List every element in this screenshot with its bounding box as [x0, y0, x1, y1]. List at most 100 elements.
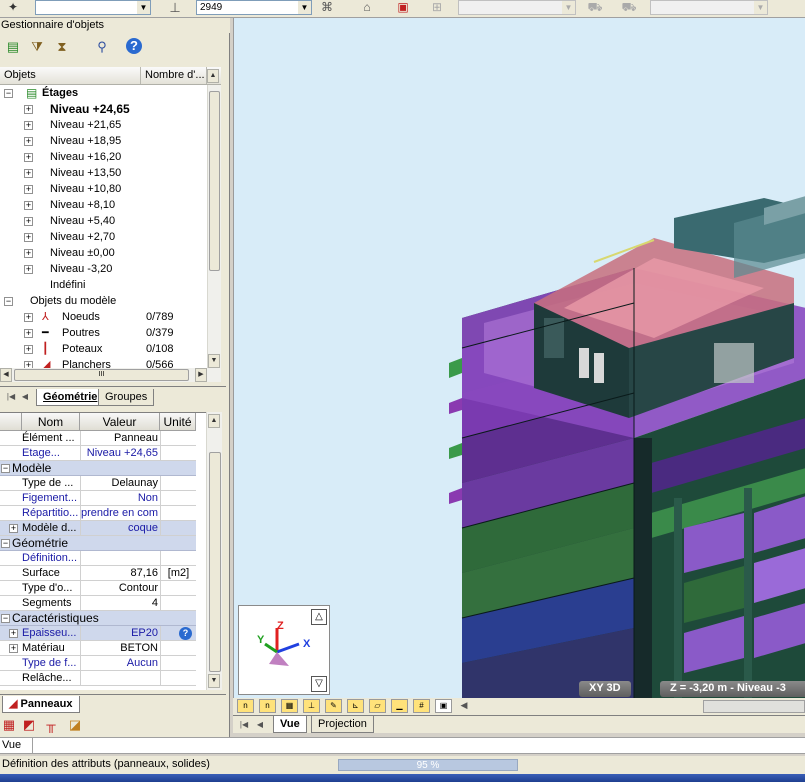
slab-type-icon[interactable]: ◪ [66, 716, 84, 734]
tree-item-etages[interactable]: − ▤ Étages [0, 85, 207, 101]
expand-icon[interactable]: + [9, 644, 18, 653]
tree-vscroll[interactable]: ▼ [207, 85, 221, 368]
property-row[interactable]: Type de f... Aucun [0, 656, 196, 671]
axis-navigator[interactable]: Z Y X △ ▽ [238, 605, 330, 695]
tab-groupes[interactable]: Groupes [98, 389, 155, 406]
tree-item-model[interactable]: + ┃ Poteaux 0/108 [0, 341, 207, 357]
expand-icon[interactable]: + [24, 265, 33, 274]
property-row[interactable]: Élément ... Panneau [0, 431, 196, 446]
tab-geometrie[interactable]: Géométrie [36, 389, 105, 406]
scroll-up-icon[interactable]: ▲ [207, 69, 219, 83]
snap-edit-icon[interactable]: ✎ [325, 699, 342, 713]
column-type-icon[interactable]: ╥ [42, 716, 60, 734]
property-row[interactable]: Figement... Non [0, 491, 196, 506]
property-value[interactable] [80, 671, 159, 685]
column-count[interactable]: Nombre d'... [141, 67, 207, 84]
expand-icon[interactable]: + [24, 153, 33, 162]
tree-item-level[interactable]: + Niveau +16,20 [0, 149, 207, 165]
scroll-right-icon[interactable]: ▶ [195, 368, 207, 382]
scroll-thumb[interactable] [209, 91, 220, 271]
filter-icon[interactable]: ⧩ [28, 38, 46, 56]
header-value[interactable]: Valeur [80, 413, 160, 431]
snap-level-icon[interactable]: ⊥ [303, 699, 320, 713]
scroll-left-icon[interactable]: ◀ [0, 368, 12, 382]
collapse-icon[interactable]: − [1, 614, 10, 623]
expand-icon[interactable]: + [24, 137, 33, 146]
rotate-up-button[interactable]: △ [311, 609, 327, 625]
tree-item-level[interactable]: + Niveau +21,65 [0, 117, 207, 133]
property-category[interactable]: − Géométrie [0, 536, 196, 551]
collapse-icon[interactable]: − [1, 464, 10, 473]
tree-item-level[interactable]: + Niveau +5,40 [0, 213, 207, 229]
expand-icon[interactable]: + [9, 629, 18, 638]
chevron-down-icon[interactable]: ▼ [137, 1, 150, 14]
property-row[interactable]: Surface 87,16 [m2] [0, 566, 196, 581]
property-row[interactable]: + Epaisseu... EP20? [0, 626, 196, 641]
tab-projection[interactable]: Projection [311, 716, 374, 733]
property-row[interactable]: Définition... [0, 551, 196, 566]
expand-icon[interactable]: + [24, 105, 33, 114]
property-row[interactable]: + Modèle d... coque [0, 521, 196, 536]
tab-prev-icon[interactable]: ◀ [251, 717, 269, 733]
scroll-down-icon[interactable]: ▼ [208, 674, 220, 688]
view-hscroll[interactable] [703, 700, 805, 713]
snap-plane-icon[interactable]: ▱ [369, 699, 386, 713]
property-value[interactable]: Non [80, 491, 159, 505]
property-row[interactable]: Etage... Niveau +24,65 [0, 446, 196, 461]
expand-icon[interactable]: + [24, 361, 33, 368]
property-value[interactable]: Panneau [80, 431, 159, 445]
scroll-down-icon[interactable]: ▼ [208, 354, 220, 368]
tree-item-model[interactable]: + ━ Poutres 0/379 [0, 325, 207, 341]
scroll-thumb[interactable] [209, 452, 221, 672]
tree-item-level[interactable]: + Niveau +8,10 [0, 197, 207, 213]
property-row[interactable]: Type d'o... Contour [0, 581, 196, 596]
expand-icon[interactable]: + [24, 233, 33, 242]
expand-icon[interactable]: + [24, 201, 33, 210]
property-row[interactable]: Répartitio... prendre en com [0, 506, 196, 521]
scroll-left-icon[interactable]: ◀ [455, 698, 473, 714]
property-value[interactable] [80, 551, 159, 565]
collapse-icon[interactable]: − [4, 89, 13, 98]
property-value[interactable]: coque [80, 521, 159, 535]
tab-vue[interactable]: Vue [273, 716, 307, 733]
property-row[interactable]: Type de ... Delaunay [0, 476, 196, 491]
snap-window-icon[interactable]: ▣ [435, 699, 452, 713]
property-value[interactable]: 87,16 [80, 566, 159, 580]
property-value[interactable]: prendre en com [80, 506, 159, 520]
tree-item-level[interactable]: + Niveau +18,95 [0, 133, 207, 149]
tree-item-model[interactable]: + ⅄ Noeuds 0/789 [0, 309, 207, 325]
tree-item-model-objects[interactable]: − Objets du modèle [0, 293, 207, 309]
home-icon[interactable]: ⌂ [358, 0, 376, 16]
property-value[interactable]: 4 [80, 596, 159, 610]
command-line[interactable]: Vue [0, 737, 805, 754]
snap-number-icon[interactable]: # [413, 699, 430, 713]
property-value[interactable]: Delaunay [80, 476, 159, 490]
tree-item-model[interactable]: + ◢ Planchers 0/566 [0, 357, 207, 368]
help-icon[interactable]: ? [179, 627, 192, 640]
help-icon[interactable]: ? [126, 38, 142, 54]
level-tool-icon[interactable]: ⊥ [166, 0, 184, 16]
node-tool-icon[interactable]: ✦ [4, 0, 22, 16]
property-value[interactable]: BETON [80, 641, 159, 655]
expand-icon[interactable]: + [9, 524, 18, 533]
header-name[interactable]: Nom [22, 413, 80, 431]
property-row[interactable]: Relâche... [0, 671, 196, 686]
save-icon[interactable]: ▣ [394, 0, 412, 16]
expand-icon[interactable]: + [24, 169, 33, 178]
rotate-down-button[interactable]: ▽ [311, 676, 327, 692]
props-vscroll[interactable]: ▲ ▼ [206, 412, 222, 690]
property-category[interactable]: − Caractéristiques [0, 611, 196, 626]
snap-near-icon[interactable]: n [259, 699, 276, 713]
property-value[interactable]: Niveau +24,65 [80, 446, 159, 460]
view-mode-badge[interactable]: XY 3D [579, 681, 631, 697]
help-cursor-icon[interactable]: ⌘ [318, 0, 336, 16]
property-value[interactable]: EP20 [80, 626, 159, 640]
tree-item-level[interactable]: + Niveau +10,80 [0, 181, 207, 197]
expand-icon[interactable]: + [24, 329, 33, 338]
selection-combo[interactable]: ▼ [35, 0, 151, 15]
expand-icon[interactable]: + [24, 345, 33, 354]
header-unit[interactable]: Unité [160, 413, 196, 431]
wall-type-icon[interactable]: ◩ [20, 716, 38, 734]
3d-viewport[interactable]: Z Y X △ ▽ XY 3D Z = -3,20 m - Niveau -3 [233, 18, 805, 698]
expand-icon[interactable]: + [24, 121, 33, 130]
